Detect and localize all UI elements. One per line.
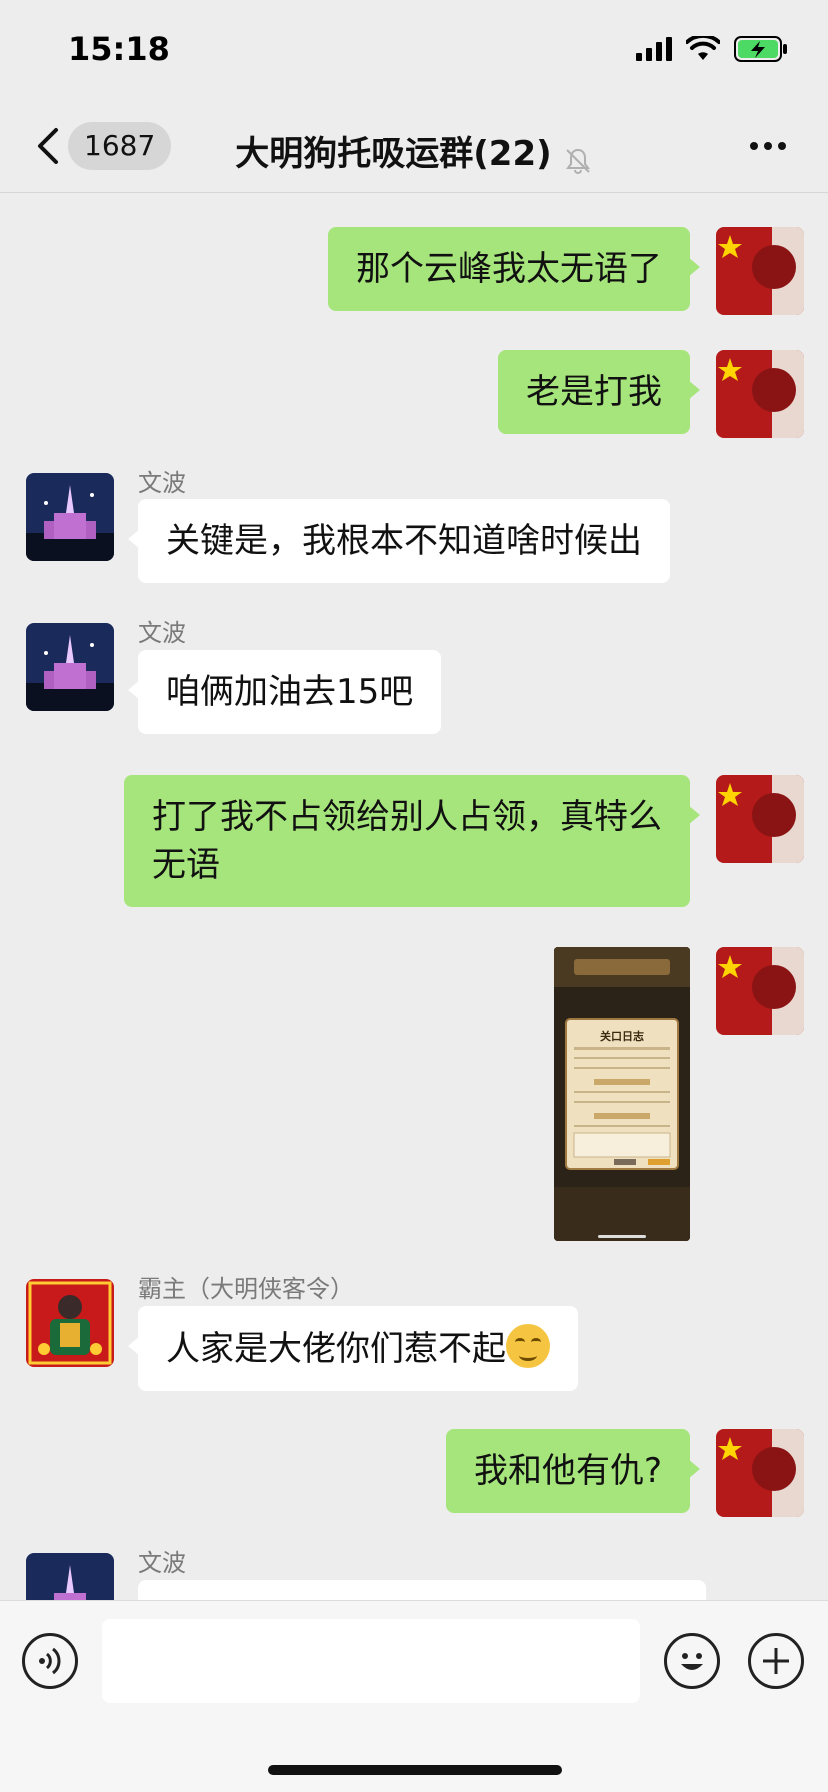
input-bar — [0, 1600, 828, 1792]
status-icons — [636, 36, 788, 62]
castle-avatar-image — [26, 473, 114, 561]
message-bubble-sent[interactable]: 我和他有仇? — [445, 1429, 701, 1513]
contact-avatar[interactable] — [26, 1279, 114, 1367]
image-title: 关口日志 — [600, 1031, 644, 1043]
message-bubble-sent[interactable]: 老是打我 — [498, 350, 700, 434]
sender-name: 霸主（大明侠客令） — [138, 1275, 354, 1303]
contact-avatar[interactable] — [26, 623, 114, 711]
status-bar: 15:18 — [0, 0, 828, 100]
plus-icon[interactable] — [748, 1633, 804, 1689]
home-indicator[interactable] — [268, 1765, 562, 1775]
flag-avatar-image — [716, 775, 804, 863]
sender-name: 文波 — [138, 469, 186, 497]
grinning-smirk-emoji-icon — [506, 1324, 550, 1368]
my-avatar[interactable] — [716, 775, 804, 863]
chat-title-wrap: 大明狗托吸运群(22) — [0, 126, 828, 176]
image-message[interactable]: 关口日志 — [554, 947, 690, 1241]
flag-avatar-image — [716, 947, 804, 1035]
message-bubble-received[interactable]: 关键是，我根本不知道啥时候出 — [128, 499, 670, 583]
mute-bell-icon — [565, 148, 590, 174]
status-time: 15:18 — [68, 30, 170, 68]
deity-avatar-image — [26, 1279, 114, 1367]
message-list[interactable]: 那个云峰我太无语了 老是打我 文波 关键是，我根本不知道啥时候出 文波 咱俩加油… — [0, 193, 828, 1600]
message-bubble-sent[interactable]: 打了我不占领给别人占领，真特么无语 — [124, 775, 700, 907]
emoji-icon[interactable] — [664, 1633, 720, 1689]
battery-charging-icon — [734, 36, 787, 62]
signal-icon — [636, 37, 672, 61]
message-bubble-received[interactable]: 人家是大佬你们惹不起 — [128, 1306, 578, 1391]
game-screenshot-thumbnail — [554, 947, 690, 1241]
contact-avatar[interactable] — [26, 1553, 114, 1600]
wifi-icon — [686, 36, 720, 60]
my-avatar[interactable] — [716, 227, 804, 315]
chat-header: 1687 大明狗托吸运群(22) — [0, 100, 828, 193]
contact-avatar[interactable] — [26, 473, 114, 561]
chat-title[interactable]: 大明狗托吸运群(22) — [235, 134, 551, 174]
message-bubble-received[interactable]: 咱俩加油去15吧 — [127, 650, 442, 734]
flag-avatar-image — [716, 350, 804, 438]
sender-name: 文波 — [138, 619, 186, 647]
flag-avatar-image — [716, 227, 804, 315]
message-bubble-sent[interactable]: 那个云峰我太无语了 — [328, 227, 700, 311]
message-input[interactable] — [102, 1619, 640, 1703]
my-avatar[interactable] — [716, 350, 804, 438]
flag-avatar-image — [716, 1429, 804, 1517]
more-icon[interactable] — [748, 140, 788, 152]
castle-avatar-image — [26, 1553, 114, 1600]
my-avatar[interactable] — [716, 1429, 804, 1517]
voice-icon[interactable] — [22, 1633, 78, 1689]
sender-name: 文波 — [138, 1549, 186, 1577]
message-bubble-received[interactable] — [138, 1580, 706, 1600]
wechat-chat-screen: 15:18 1687 大明狗托吸运群(22) 那个云峰我太无语了 老是打我 文波… — [0, 0, 828, 1792]
my-avatar[interactable] — [716, 947, 804, 1035]
message-text: 人家是大佬你们惹不起 — [166, 1329, 506, 1369]
castle-avatar-image — [26, 623, 114, 711]
